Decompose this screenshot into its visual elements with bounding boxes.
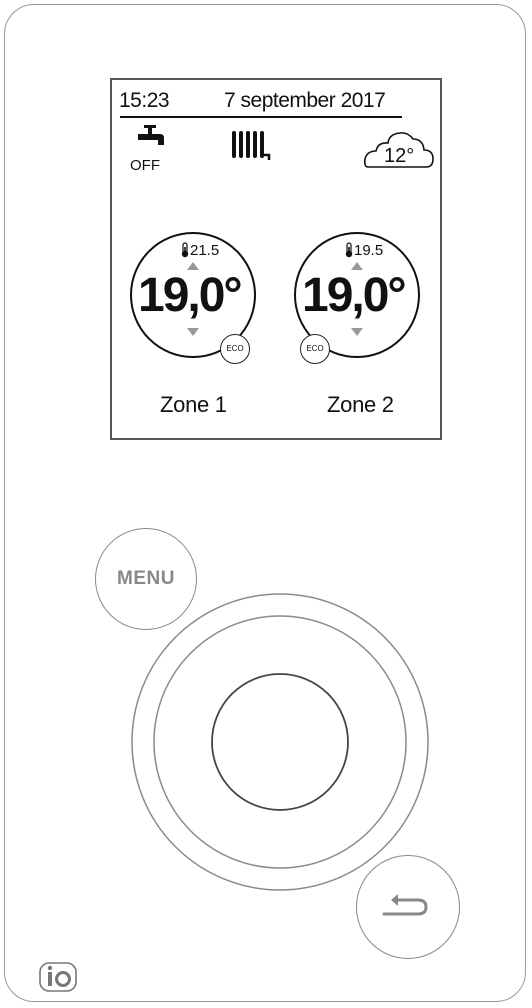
clock-time: 15:23 [119,89,170,112]
header-divider [120,116,402,118]
zone-1-dial[interactable]: 21.5 19,0° ECO [128,230,258,364]
zone-2-dial[interactable]: 19.5 19,0° ECO [292,230,422,364]
radiator-icon [232,131,271,160]
decrease-arrow-icon[interactable] [187,328,199,336]
back-button[interactable] [356,855,460,959]
water-tap-icon [138,125,164,145]
display-screen: 15:23 7 september 2017 OFF 12° 21.5 19,0… [110,78,442,440]
thermometer-icon [345,242,353,258]
io-logo-icon [39,962,77,992]
zone-2-setpoint: 19,0° [302,269,407,322]
current-date: 7 september 2017 [224,89,386,112]
zone-2-eco-badge: ECO [300,334,330,364]
rotary-dial[interactable] [130,592,430,892]
zone-1-label: Zone 1 [160,392,227,417]
thermometer-icon [181,242,189,258]
zone-1-room-temperature: 21.5 [190,242,220,259]
back-arrow-icon [382,894,428,916]
zone-2-room-temperature: 19.5 [354,242,384,259]
decrease-arrow-icon[interactable] [351,328,363,336]
zone-1-setpoint: 19,0° [138,269,243,322]
dial-center-button[interactable] [211,673,349,811]
zone-1-eco-badge: ECO [220,334,250,364]
outdoor-temperature: 12° [384,145,415,167]
outdoor-weather: 12° [362,130,434,172]
dhw-status-label: OFF [130,157,160,174]
zone-2-label: Zone 2 [327,392,394,417]
